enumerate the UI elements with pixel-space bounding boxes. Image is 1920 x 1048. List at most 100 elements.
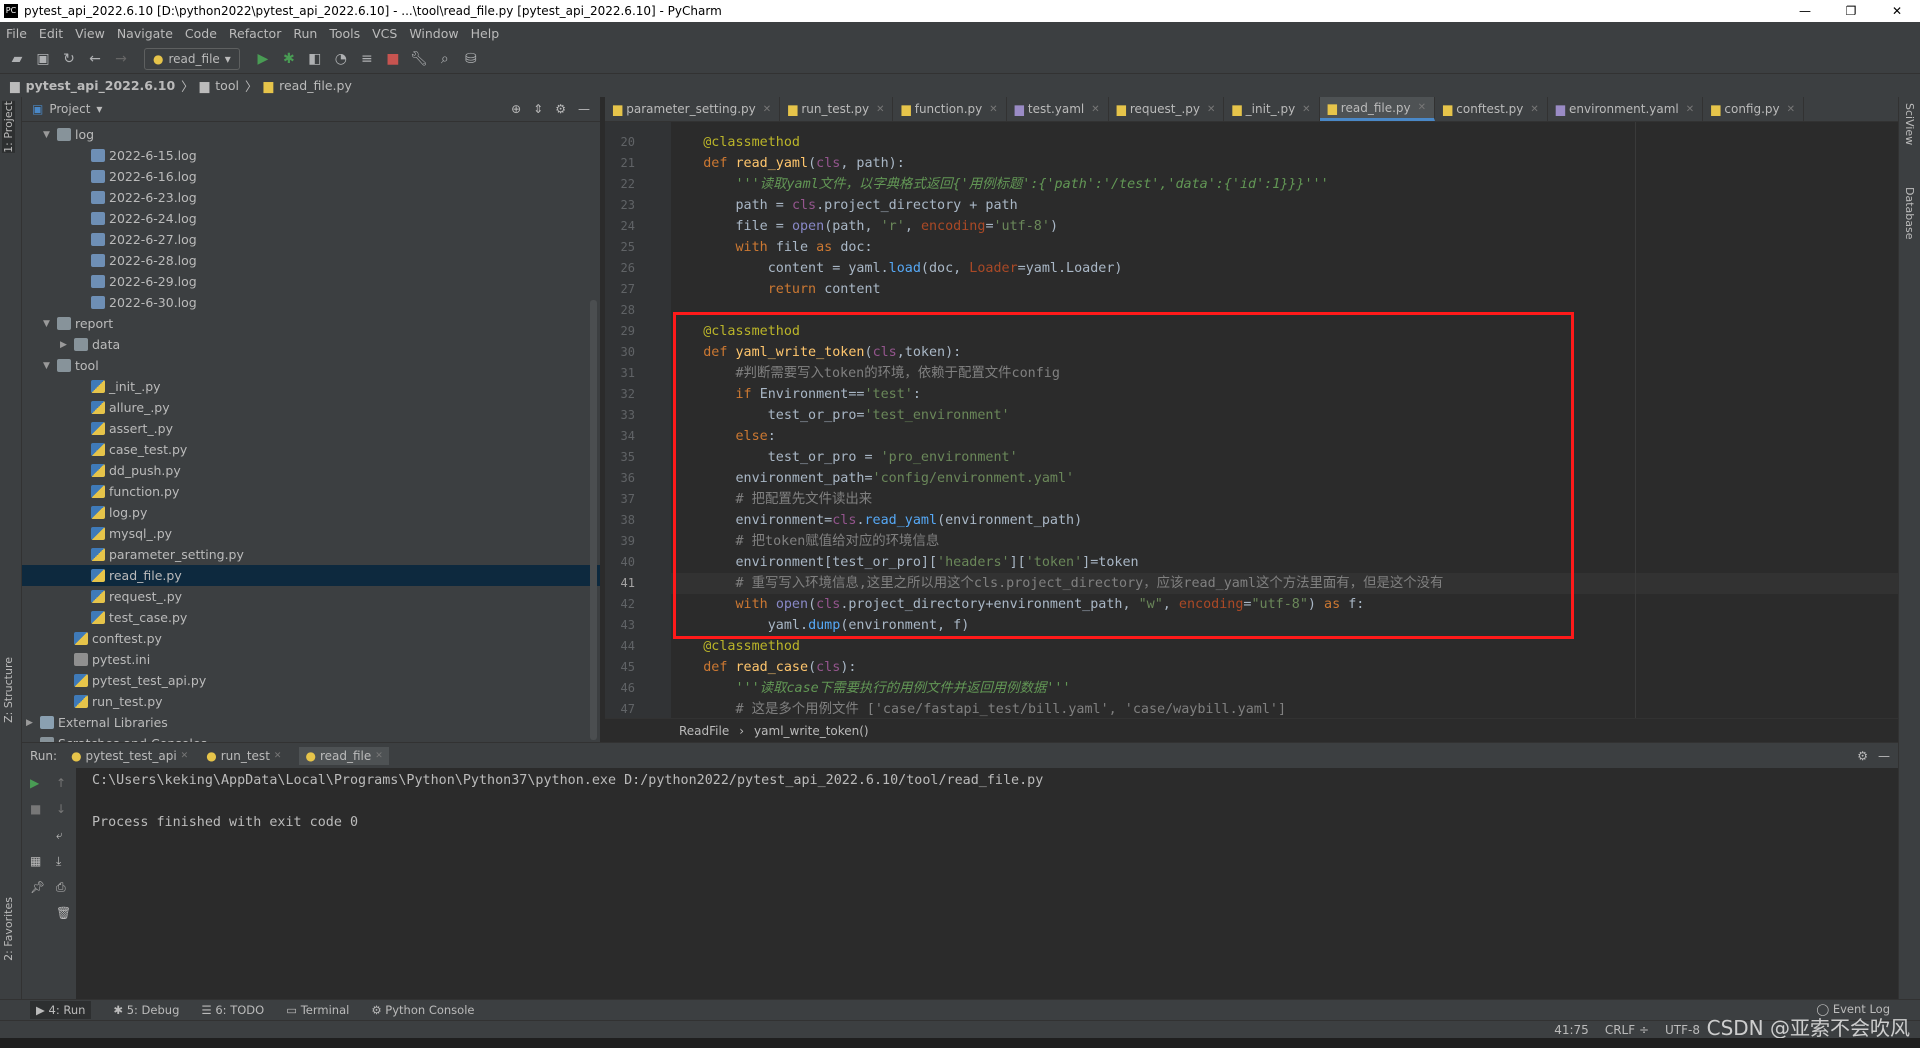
bottom-tab--todo[interactable]: ☰ 6: TODO xyxy=(201,1003,264,1017)
close-tab-icon[interactable]: ✕ xyxy=(1302,104,1310,115)
close-tab-icon[interactable]: ✕ xyxy=(181,751,189,761)
close-button[interactable]: ✕ xyxy=(1874,0,1920,22)
breadcrumb-project[interactable]: pytest_api_2022.6.10 xyxy=(26,78,176,93)
close-tab-icon[interactable]: ✕ xyxy=(375,751,383,761)
close-tab-icon[interactable]: ✕ xyxy=(1091,104,1099,115)
tree-item[interactable]: dd_push.py xyxy=(22,460,600,481)
tab-parameter-setting-py[interactable]: ▆ parameter_setting.py ✕ xyxy=(605,97,781,121)
coverage-icon[interactable]: ◧ xyxy=(306,50,324,68)
tree-item[interactable]: ▼ log xyxy=(22,124,600,145)
menu-help[interactable]: Help xyxy=(471,26,500,41)
restore-button[interactable]: ❐ xyxy=(1828,0,1874,22)
run-tab-pytest-test-api[interactable]: ● pytest_test_api ✕ xyxy=(71,747,188,765)
close-tab-icon[interactable]: ✕ xyxy=(989,104,997,115)
trash-icon[interactable]: 🗑︎ xyxy=(56,906,71,920)
scroll-end-icon[interactable]: ⤓ xyxy=(56,854,61,869)
tree-item[interactable]: pytest_test_api.py xyxy=(22,670,600,691)
tab-conftest-py[interactable]: ▆ conftest.py ✕ xyxy=(1435,97,1548,121)
close-tab-icon[interactable]: ✕ xyxy=(1530,104,1538,115)
caret-position[interactable]: 41:75 xyxy=(1554,1023,1589,1037)
tree-item[interactable]: 2022-6-28.log xyxy=(22,250,600,271)
tab--init-py[interactable]: ▆ _init_.py ✕ xyxy=(1224,97,1320,121)
tree-item[interactable]: parameter_setting.py xyxy=(22,544,600,565)
menu-vcs[interactable]: VCS xyxy=(372,26,397,41)
layout-icon[interactable]: ▦ xyxy=(30,854,41,868)
back-icon[interactable]: ← xyxy=(86,50,104,68)
file-encoding[interactable]: UTF-8 xyxy=(1665,1023,1700,1037)
menu-run[interactable]: Run xyxy=(293,26,317,41)
breadcrumb-file[interactable]: read_file.py xyxy=(279,78,352,93)
run-icon[interactable]: ▶ xyxy=(254,50,272,68)
tab-read-file-py[interactable]: ▆ read_file.py ✕ xyxy=(1319,97,1436,121)
concurrency-icon[interactable]: ≡ xyxy=(358,50,376,68)
tree-item[interactable]: case_test.py xyxy=(22,439,600,460)
tree-item[interactable]: 2022-6-30.log xyxy=(22,292,600,313)
rerun-icon[interactable]: ▶ xyxy=(30,776,39,790)
tree-item[interactable]: 2022-6-15.log xyxy=(22,145,600,166)
project-scrollbar[interactable] xyxy=(590,300,597,740)
tree-item[interactable]: read_file.py xyxy=(22,565,600,586)
vcs-icon[interactable]: ⛁ xyxy=(462,50,480,68)
tree-item[interactable]: function.py xyxy=(22,481,600,502)
minimize-button[interactable]: — xyxy=(1782,0,1828,22)
tree-item[interactable]: log.py xyxy=(22,502,600,523)
close-tab-icon[interactable]: ✕ xyxy=(1686,104,1694,115)
bottom-tab--run[interactable]: ▶ 4: Run xyxy=(30,1001,92,1019)
tree-item[interactable]: assert_.py xyxy=(22,418,600,439)
menu-view[interactable]: View xyxy=(75,26,105,41)
structure-tool-tab[interactable]: Z: Structure xyxy=(2,657,15,723)
breadcrumb-method[interactable]: yaml_write_token() xyxy=(754,724,869,738)
sync-icon[interactable]: ↻ xyxy=(60,50,78,68)
tree-arrow-icon[interactable]: ▶ xyxy=(26,718,40,728)
forward-icon[interactable]: → xyxy=(112,50,130,68)
project-view-select[interactable]: Project xyxy=(49,102,90,116)
down-icon[interactable]: ↓ xyxy=(56,802,66,816)
print-icon[interactable]: ⎙ xyxy=(56,880,66,895)
bottom-tab-terminal[interactable]: ▭ Terminal xyxy=(286,1003,349,1017)
database-tool-tab[interactable]: Database xyxy=(1903,187,1916,240)
tree-arrow-icon[interactable]: ▼ xyxy=(43,361,57,371)
tab-run-test-py[interactable]: ▆ run_test.py ✕ xyxy=(780,97,894,121)
stop-icon[interactable]: ■ xyxy=(30,802,41,816)
menu-edit[interactable]: Edit xyxy=(39,26,63,41)
run-config-select[interactable]: ● read_file ▾ xyxy=(144,47,240,70)
wrench-icon[interactable]: 🔧︎ xyxy=(410,50,428,68)
tree-item[interactable]: 2022-6-24.log xyxy=(22,208,600,229)
menu-window[interactable]: Window xyxy=(409,26,458,41)
tree-item[interactable]: 2022-6-23.log xyxy=(22,187,600,208)
tree-item[interactable]: pytest.ini xyxy=(22,649,600,670)
tree-item[interactable]: mysql_.py xyxy=(22,523,600,544)
favorites-tool-tab[interactable]: 2: Favorites xyxy=(2,897,15,961)
tree-item[interactable]: _init_.py xyxy=(22,376,600,397)
collapse-icon[interactable]: ⇕ xyxy=(533,102,543,116)
profile-icon[interactable]: ◔ xyxy=(332,50,350,68)
run-tab-read-file[interactable]: ● read_file ✕ xyxy=(299,746,389,765)
pin-icon[interactable]: 📌︎ xyxy=(30,880,45,894)
project-tool-tab[interactable]: 1: Project xyxy=(2,101,15,153)
close-tab-icon[interactable]: ✕ xyxy=(763,104,771,115)
tree-item[interactable]: allure_.py xyxy=(22,397,600,418)
locate-icon[interactable]: ⊕ xyxy=(511,102,521,116)
sciview-tool-tab[interactable]: SciView xyxy=(1903,103,1916,145)
tree-arrow-icon[interactable]: ▼ xyxy=(43,319,57,329)
debug-icon[interactable]: ✱ xyxy=(280,50,298,68)
tab-function-py[interactable]: ▆ function.py ✕ xyxy=(893,97,1007,121)
chevron-down-icon[interactable]: ▾ xyxy=(96,102,102,116)
close-tab-icon[interactable]: ✕ xyxy=(1207,104,1215,115)
hide-icon[interactable]: — xyxy=(578,102,590,116)
up-icon[interactable]: ↑ xyxy=(56,776,66,790)
search-icon[interactable]: ⌕ xyxy=(436,50,454,68)
run-tab-run-test[interactable]: ● run_test ✕ xyxy=(206,747,281,765)
tree-item[interactable]: ▼ report xyxy=(22,313,600,334)
gear-icon[interactable]: ⚙ xyxy=(555,102,566,116)
menu-code[interactable]: Code xyxy=(185,26,217,41)
bottom-tab-python-console[interactable]: ⚙ Python Console xyxy=(371,1003,474,1017)
tree-item[interactable]: 2022-6-29.log xyxy=(22,271,600,292)
tab-request-py[interactable]: ▆ request_.py ✕ xyxy=(1109,97,1225,121)
tab-config-py[interactable]: ▆ config.py ✕ xyxy=(1703,97,1805,121)
tree-item[interactable]: run_test.py xyxy=(22,691,600,712)
tab-test-yaml[interactable]: ▆ test.yaml ✕ xyxy=(1007,97,1109,121)
breadcrumb-class[interactable]: ReadFile xyxy=(679,724,729,738)
run-console-output[interactable]: C:\Users\keking\AppData\Local\Programs\P… xyxy=(76,768,1898,999)
gear-icon[interactable]: ⚙ xyxy=(1857,749,1868,763)
